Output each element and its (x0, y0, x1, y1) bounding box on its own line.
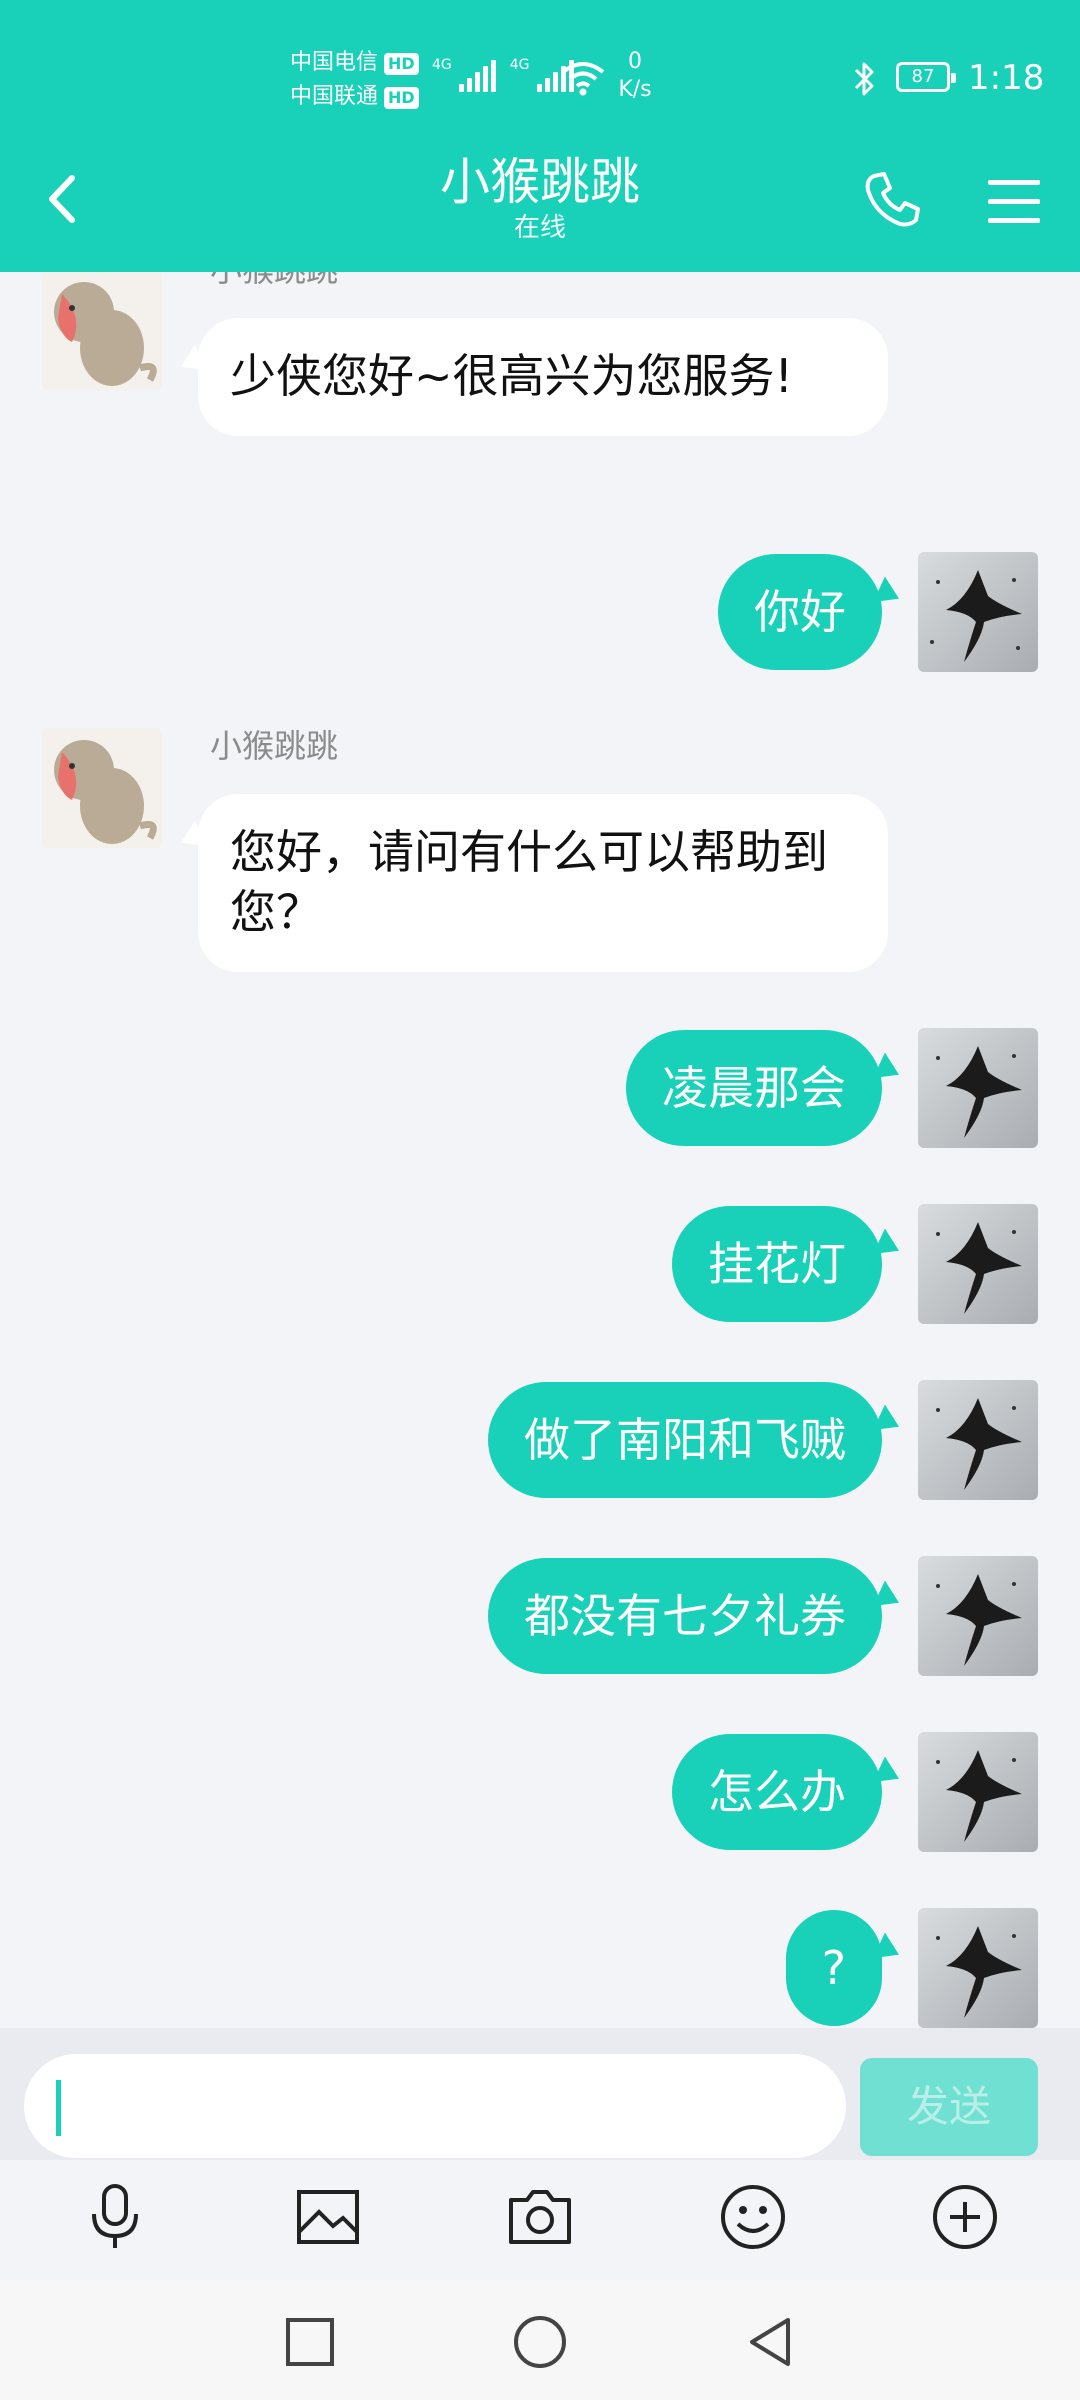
plus-icon[interactable] (930, 2182, 1000, 2252)
clock: 1:18 (968, 58, 1045, 98)
bird-icon (936, 1222, 1022, 1314)
chat-header: 中国电信 HD 中国联通 HD 4G 4G 0 K/s 87 1:18 小猴跳跳… (0, 0, 1080, 272)
battery-icon: 87 (896, 62, 956, 92)
page-title: 小猴跳跳 (440, 153, 640, 211)
microphone-icon[interactable] (80, 2182, 150, 2252)
image-icon[interactable] (293, 2182, 363, 2252)
network-type-label: 4G (432, 57, 452, 73)
monkey-icon (54, 740, 157, 844)
camera-icon[interactable] (505, 2182, 575, 2252)
bird-icon (936, 1046, 1022, 1138)
chat-title-area: 小猴跳跳 在线 (340, 152, 740, 244)
carrier-1: 中国电信 (290, 50, 379, 75)
message-input-bar: 发送 (0, 2028, 1080, 2160)
message-bubble-outgoing[interactable]: 凌晨那会 (626, 1030, 882, 1146)
network-type-label: 4G (509, 57, 530, 73)
user-avatar[interactable] (918, 1380, 1038, 1500)
speed-value: 0 (628, 49, 642, 74)
back-button[interactable] (34, 164, 94, 234)
message-bubble-outgoing[interactable]: 你好 (718, 554, 882, 670)
speed-unit: K/s (618, 77, 652, 102)
message-bubble-incoming[interactable]: 少侠您好~很高兴为您服务! (198, 318, 888, 436)
sender-name: 小猴跳跳 (210, 727, 339, 765)
signal-indicators: 4G 4G (432, 58, 574, 92)
online-status: 在线 (513, 213, 566, 243)
wifi-icon (561, 62, 605, 96)
bird-icon (930, 570, 1022, 662)
bird-icon (936, 1398, 1022, 1490)
contact-avatar[interactable] (42, 272, 162, 390)
nav-bar: 小猴跳跳 在线 (0, 140, 1080, 272)
signal-icon: 4G (432, 58, 496, 92)
hd-badge: HD (384, 87, 419, 109)
user-avatar[interactable] (918, 1556, 1038, 1676)
message-bubble-outgoing[interactable]: 做了南阳和飞贼 (488, 1382, 882, 1498)
system-navigation-bar (0, 2280, 1080, 2400)
message-bubble-outgoing[interactable]: ? (785, 1910, 882, 2026)
home-icon[interactable] (512, 2314, 568, 2370)
user-avatar[interactable] (918, 1732, 1038, 1852)
contact-avatar[interactable] (42, 728, 162, 848)
message-bubble-incoming[interactable]: 您好，请问有什么可以帮助到您？ (198, 794, 888, 972)
carrier-2: 中国联通 (290, 84, 379, 109)
recent-apps-icon[interactable] (282, 2314, 338, 2370)
bird-icon (936, 1926, 1022, 2018)
back-nav-icon[interactable] (742, 2314, 798, 2370)
network-speed: 0 K/s (610, 48, 660, 104)
message-bubble-outgoing[interactable]: 怎么办 (672, 1734, 882, 1850)
user-avatar[interactable] (918, 552, 1038, 672)
input-toolbar (0, 2160, 1080, 2280)
send-button[interactable]: 发送 (860, 2058, 1038, 2156)
phone-call-button[interactable] (860, 168, 924, 232)
user-avatar[interactable] (918, 1028, 1038, 1148)
message-bubble-outgoing[interactable]: 挂花灯 (672, 1206, 882, 1322)
message-input[interactable] (24, 2054, 846, 2158)
carrier-info: 中国电信 HD 中国联通 HD (290, 46, 419, 114)
menu-icon[interactable] (984, 174, 1044, 230)
monkey-icon (54, 282, 157, 386)
bird-icon (936, 1574, 1022, 1666)
bluetooth-icon (854, 62, 874, 96)
status-bar: 中国电信 HD 中国联通 HD 4G 4G 0 K/s 87 1:18 (0, 40, 1080, 120)
user-avatar[interactable] (918, 1908, 1038, 2028)
text-cursor (56, 2080, 61, 2136)
message-bubble-outgoing[interactable]: 都没有七夕礼券 (488, 1558, 882, 1674)
emoji-icon[interactable] (718, 2182, 788, 2252)
sender-name: 小猴跳跳 (210, 272, 338, 290)
user-avatar[interactable] (918, 1204, 1038, 1324)
hd-badge: HD (384, 53, 419, 75)
bird-icon (936, 1750, 1022, 1842)
chat-messages[interactable]: 小猴跳跳 少侠您好~很高兴为您服务! 你好 小猴跳跳 您好，请问有什么可以帮助到… (0, 272, 1080, 2028)
